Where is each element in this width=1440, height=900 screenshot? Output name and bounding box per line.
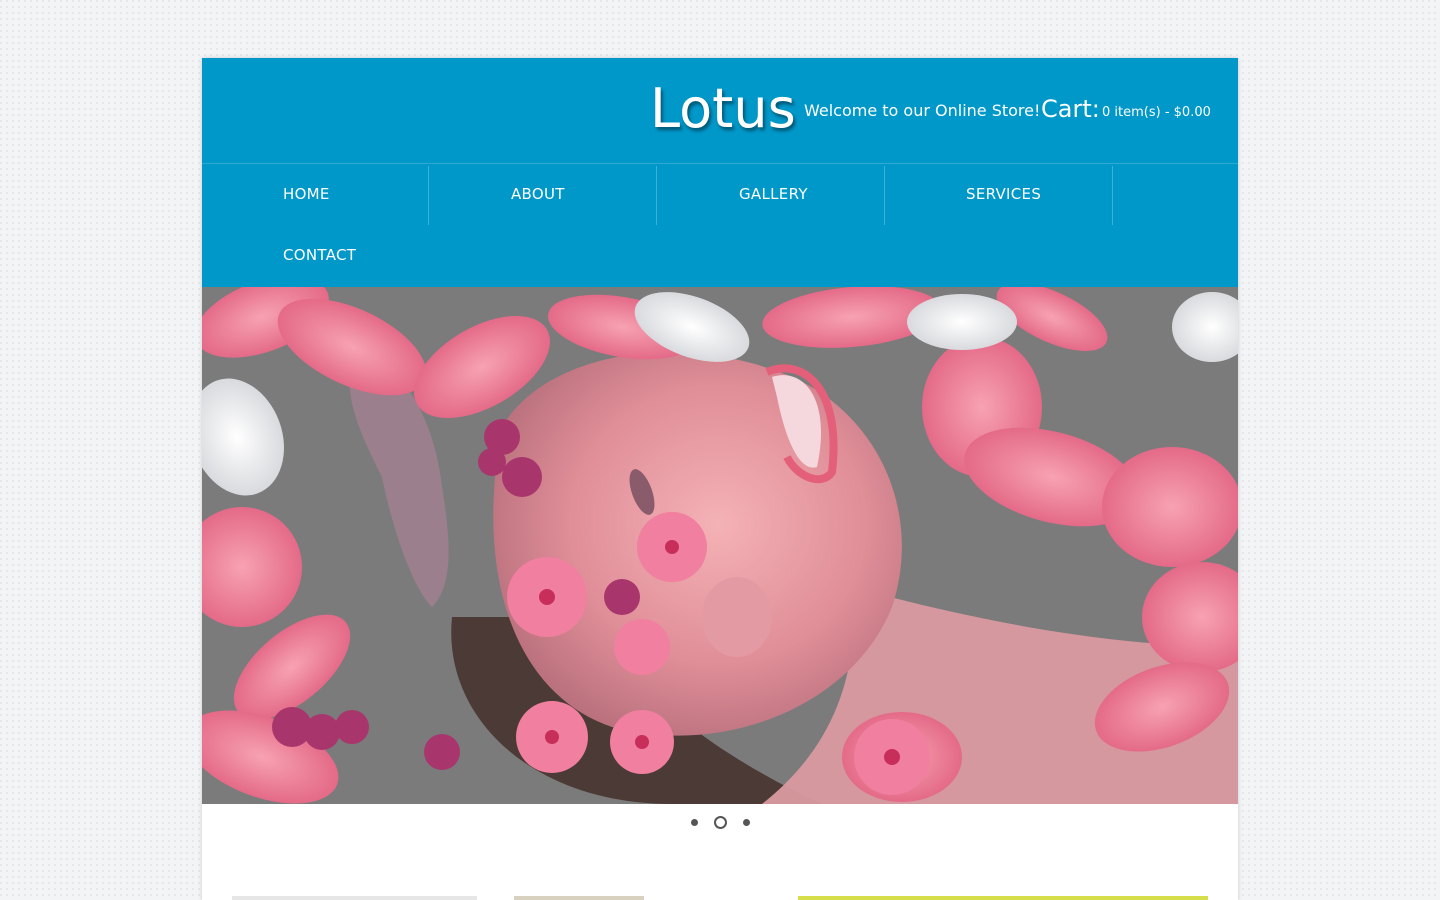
cart-summary[interactable]: 0 item(s) - $0.00 bbox=[1102, 103, 1211, 123]
slider-dot-3[interactable] bbox=[743, 819, 750, 826]
content-block-edge bbox=[514, 896, 644, 900]
site-header: Lotus Welcome to our Online Store! Cart:… bbox=[202, 58, 1238, 163]
content-block-edge bbox=[798, 896, 1208, 900]
welcome-message: Welcome to our Online Store! bbox=[804, 101, 1041, 120]
nav-item-about[interactable]: ABOUT bbox=[511, 164, 565, 225]
nav-item-gallery[interactable]: GALLERY bbox=[739, 164, 808, 225]
nav-divider bbox=[884, 166, 885, 225]
nav-item-services[interactable]: SERVICES bbox=[966, 164, 1041, 225]
nav-divider bbox=[656, 166, 657, 225]
main-navigation: HOME ABOUT GALLERY SERVICES CONTACT bbox=[202, 163, 1238, 288]
cart-link[interactable]: Cart: bbox=[1041, 94, 1100, 124]
page-container: Lotus Welcome to our Online Store! Cart:… bbox=[202, 58, 1238, 900]
nav-divider bbox=[428, 166, 429, 225]
slider-dot-1[interactable] bbox=[691, 819, 698, 826]
site-logo[interactable]: Lotus bbox=[650, 74, 796, 144]
hero-slide-image bbox=[202, 287, 1238, 804]
nav-divider bbox=[1112, 166, 1113, 225]
slider-dot-2[interactable] bbox=[714, 816, 727, 829]
nav-item-home[interactable]: HOME bbox=[283, 164, 330, 225]
hero-slider bbox=[202, 287, 1238, 804]
nav-item-contact[interactable]: CONTACT bbox=[283, 225, 356, 286]
content-block-edge bbox=[232, 896, 477, 900]
slider-pagination bbox=[202, 815, 1238, 831]
